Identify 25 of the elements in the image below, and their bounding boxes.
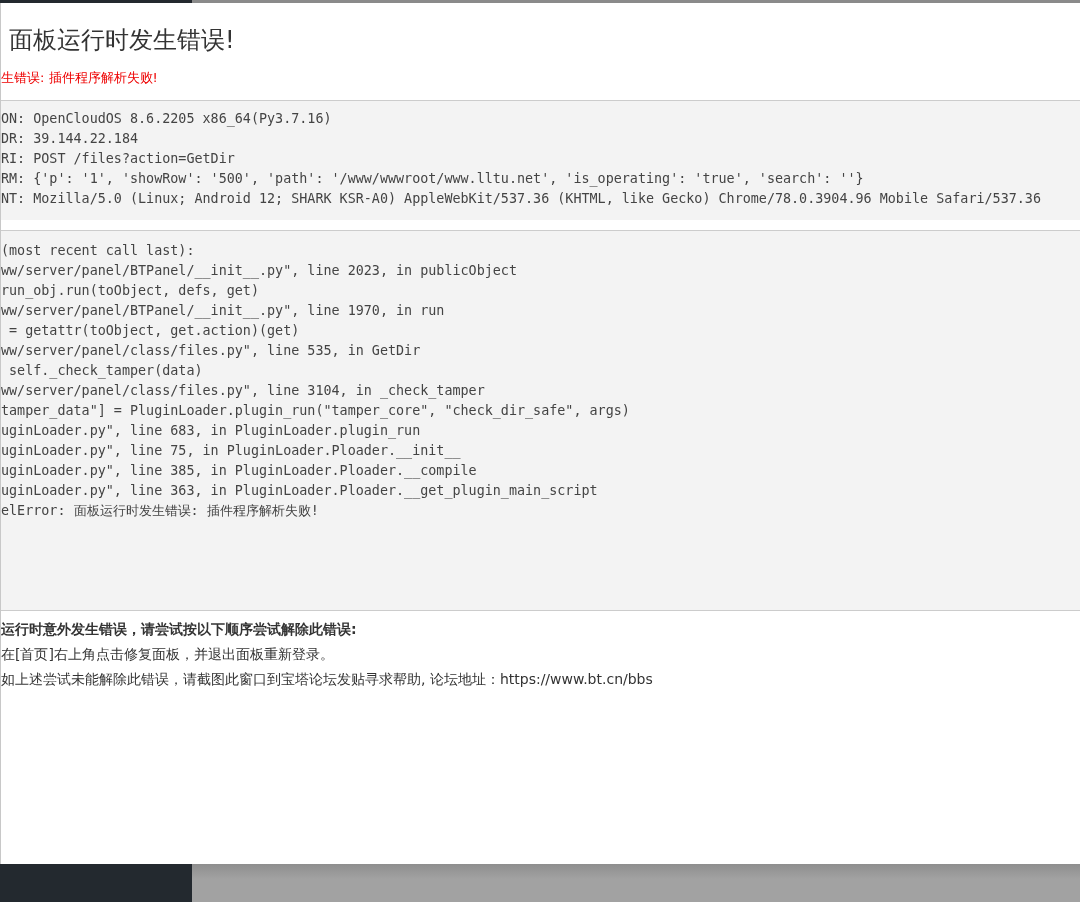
help-heading: 运行时意外发生错误，请尝试按以下顺序尝试解除此错误: <box>1 620 358 639</box>
traceback-line: ww/server/panel/BTPanel/__init__.py", line 1970, in run <box>1 302 446 321</box>
info-line: RI: POST /files?action=GetDir <box>1 150 236 168</box>
help-step: 如上述尝试未能解除此错误，请截图此窗口到宝塔论坛发贴寻求帮助, 论坛地址：https://www.bt.cn/bbs <box>1 667 1080 692</box>
traceback-line: uginLoader.py", line 385, in PluginLoader.Ploader.__compile <box>1 462 478 481</box>
help-step: 在[首页]右上角点击修复面板，并退出面板重新登录。 <box>1 642 1080 667</box>
info-line: ON: OpenCloudOS 8.6.2205 x86_64(Py3.7.16) <box>1 110 333 129</box>
dialog-title: 面板运行时发生错误! <box>9 25 236 55</box>
error-message: 生错误: 插件程序解析失败! <box>1 69 159 87</box>
traceback-line: tamper_data"] = PluginLoader.plugin_run("tamper_core", "check_dir_safe", args) <box>1 402 631 421</box>
traceback-line: self._check_tamper(data) <box>8 362 204 381</box>
traceback-line: elError: 面板运行时发生错误: 插件程序解析失败! <box>1 502 320 520</box>
traceback-line: = getattr(toObject, get.action)(get) <box>8 322 301 340</box>
traceback-line: run_obj.run(toObject, defs, get) <box>1 282 260 301</box>
traceback-line: ww/server/panel/BTPanel/__init__.py", line 2023, in publicObject <box>1 262 518 281</box>
info-line: NT: Mozilla/5.0 (Linux; Android 12; SHARK KSR-A0) AppleWebKit/537.36 (KHTML, like Gecko) Chrome/78.0.3904.96 Mobile Safari/537.36 <box>1 190 1042 208</box>
info-line: DR: 39.144.22.184 <box>1 130 140 148</box>
traceback-line: uginLoader.py", line 75, in PluginLoader.Ploader.__init__ <box>1 442 462 461</box>
traceback-line: ww/server/panel/class/files.py", line 535, in GetDir <box>1 342 422 360</box>
info-line: RM: {'p': '1', 'showRow': '500', 'path': '/www/wwwroot/www.lltu.net', 'is_operating': 'true', 'search': ''} <box>1 170 865 189</box>
traceback-line: uginLoader.py", line 363, in PluginLoader.Ploader.__get_plugin_main_script <box>1 482 599 501</box>
traceback-line: ww/server/panel/class/files.py", line 3104, in _check_tamper <box>1 382 486 401</box>
traceback-line: uginLoader.py", line 683, in PluginLoader.plugin_run <box>1 422 422 441</box>
traceback-line: (most recent call last): <box>1 242 196 260</box>
forum-link[interactable]: https://www.bt.cn/bbs <box>499 671 653 687</box>
